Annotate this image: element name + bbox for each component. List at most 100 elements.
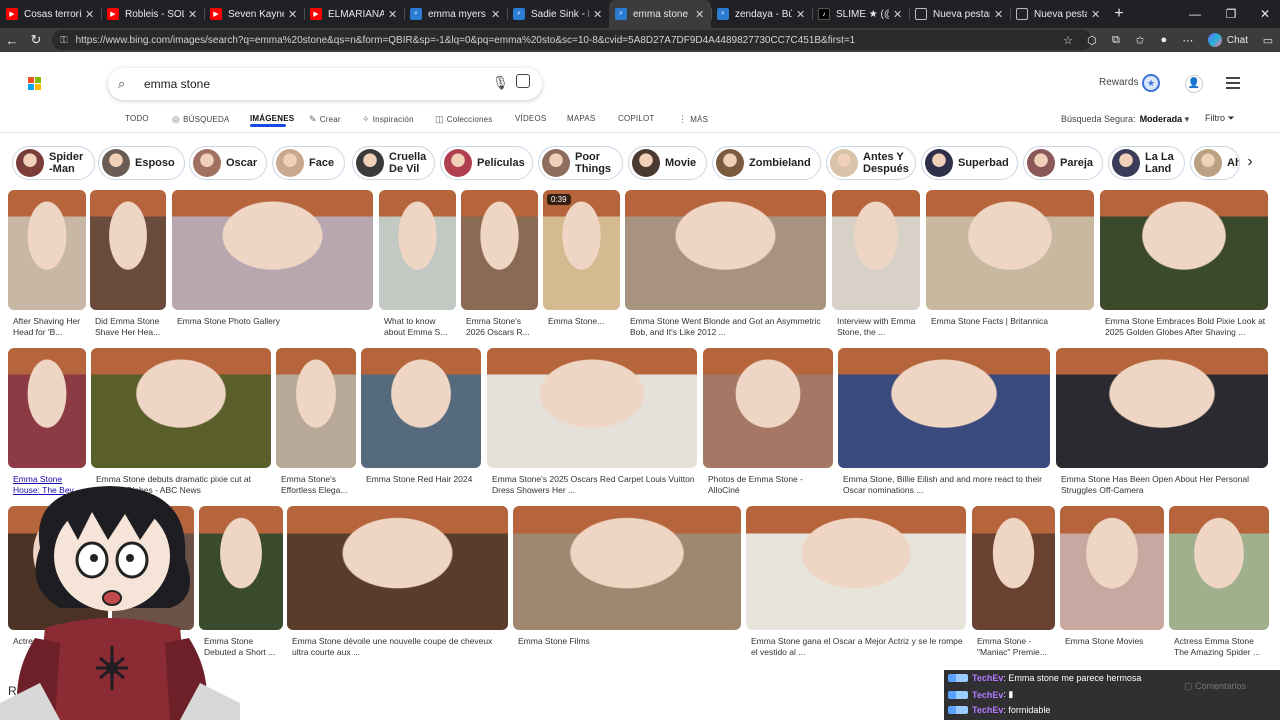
image-result-caption[interactable]: Emma Stone's 2025 Oscars Red Carpet Loui… xyxy=(492,474,696,498)
related-search-chip[interactable]: La La Land xyxy=(1108,146,1185,180)
image-result-thumbnail[interactable]: 0:39 xyxy=(543,190,620,310)
related-search-chip[interactable]: Oscar xyxy=(189,146,267,180)
search-icon[interactable]: ⌕ xyxy=(118,76,125,92)
close-tab-icon[interactable]: ✕ xyxy=(593,8,603,21)
image-result-thumbnail[interactable] xyxy=(379,190,456,310)
search-box[interactable]: ⌕ 🎙 xyxy=(108,68,542,100)
copilot-chat-button[interactable]: Chat xyxy=(1200,33,1256,47)
image-result-thumbnail[interactable] xyxy=(703,348,833,468)
browser-tab[interactable]: ▶ Seven Kayne, Rob ✕ xyxy=(204,0,304,28)
close-tab-icon[interactable]: ✕ xyxy=(1091,8,1101,21)
scope-tab[interactable]: ✧ Inspiración xyxy=(362,114,414,125)
image-result-caption[interactable]: Did Emma Stone Shave Her Hea... xyxy=(95,316,165,340)
new-tab-plus-icon[interactable]: + xyxy=(1107,5,1131,23)
image-result-caption[interactable]: After Shaving Her Head for 'B... xyxy=(13,316,85,340)
close-window-icon[interactable]: ✕ xyxy=(1248,0,1280,28)
close-tab-icon[interactable]: ✕ xyxy=(893,8,903,21)
image-result-caption[interactable]: Emma Stone's Effortless Elega... xyxy=(281,474,355,498)
close-tab-icon[interactable]: ✕ xyxy=(388,8,398,21)
microsoft-logo-icon[interactable] xyxy=(28,77,41,90)
chevron-right-icon[interactable]: › xyxy=(1240,152,1260,172)
scope-tab[interactable]: COPILOT xyxy=(618,114,655,123)
image-result-thumbnail[interactable] xyxy=(1060,506,1164,630)
scope-tab[interactable]: ◎ BÚSQUEDA xyxy=(172,114,230,125)
profile-avatar-icon[interactable]: ● xyxy=(1152,28,1176,52)
related-search-chip[interactable]: Ah xyxy=(1190,146,1240,180)
image-result-thumbnail[interactable] xyxy=(746,506,966,630)
microphone-icon[interactable]: 🎙 xyxy=(492,75,509,91)
image-result-thumbnail[interactable] xyxy=(8,348,86,468)
image-result-caption[interactable]: Interview with Emma Stone, the ... xyxy=(837,316,919,340)
image-result-thumbnail[interactable] xyxy=(832,190,920,310)
close-tab-icon[interactable]: ✕ xyxy=(796,8,806,21)
sign-in-avatar-icon[interactable]: 👤 xyxy=(1185,75,1203,93)
scope-tab[interactable]: IMÁGENES xyxy=(250,114,294,123)
browser-tab[interactable]: Nueva pestaña ✕ xyxy=(1010,0,1107,28)
related-search-chip[interactable]: Cruella De Vil xyxy=(352,146,435,180)
image-result-caption[interactable]: Emma Stone, Billie Eilish and and more r… xyxy=(843,474,1049,498)
rewards-label[interactable]: Rewards xyxy=(1099,77,1138,88)
related-search-chip[interactable]: Películas xyxy=(440,146,533,180)
related-search-chip[interactable]: Poor Things xyxy=(538,146,623,180)
scope-tab[interactable]: ◫ Colecciones xyxy=(435,114,493,125)
address-bar[interactable]: ⚿ https://www.bing.com/images/search?q=e… xyxy=(52,30,1092,50)
image-result-thumbnail[interactable] xyxy=(1056,348,1268,468)
rewards-medal-icon[interactable]: ★ xyxy=(1142,74,1160,92)
more-options-icon[interactable]: ⋯ xyxy=(1176,28,1200,52)
related-search-chip[interactable]: Superbad xyxy=(921,146,1018,180)
image-result-caption[interactable]: Emma Stone Movies xyxy=(1065,636,1163,660)
restore-icon[interactable]: ❐ xyxy=(1214,0,1248,28)
image-result-thumbnail[interactable] xyxy=(361,348,481,468)
related-search-chip[interactable]: Esposo xyxy=(98,146,185,180)
scope-tab[interactable]: MAPAS xyxy=(567,114,595,123)
browser-tab[interactable]: ⌕ emma myers - Bú ✕ xyxy=(404,0,507,28)
image-result-thumbnail[interactable] xyxy=(625,190,826,310)
image-result-thumbnail[interactable] xyxy=(513,506,741,630)
close-tab-icon[interactable]: ✕ xyxy=(491,8,501,21)
related-search-chip[interactable]: Antes Y Después xyxy=(826,146,916,180)
reload-icon[interactable]: ↻ xyxy=(24,28,48,52)
filter-button[interactable]: Filtro ⏷ xyxy=(1205,113,1235,124)
image-result-thumbnail[interactable] xyxy=(287,506,508,630)
close-tab-icon[interactable]: ✕ xyxy=(994,8,1004,21)
image-result-thumbnail[interactable] xyxy=(91,348,271,468)
scope-tab[interactable]: ✎ Crear xyxy=(309,114,341,125)
related-search-chip[interactable]: Spider -Man xyxy=(12,146,95,180)
close-tab-icon[interactable]: ✕ xyxy=(188,8,198,21)
related-search-chip[interactable]: Face xyxy=(272,146,345,180)
image-result-caption[interactable]: Emma Stone Films xyxy=(518,636,740,660)
image-result-caption[interactable]: Emma Stone Facts | Britannica xyxy=(931,316,1093,340)
minimize-icon[interactable]: — xyxy=(1178,0,1212,28)
image-result-thumbnail[interactable] xyxy=(8,190,86,310)
safe-search-selector[interactable]: Búsqueda Segura: Moderada ▾ xyxy=(1061,114,1189,125)
browser-tab[interactable]: ♪ SLIME ★ (@kakra ✕ xyxy=(812,0,909,28)
related-search-chip[interactable]: Pareja xyxy=(1023,146,1103,180)
image-result-caption[interactable]: Emma Stone Red Hair 2024 xyxy=(366,474,480,498)
related-search-chip[interactable]: Movie xyxy=(628,146,707,180)
favorite-star-icon[interactable]: ☆ xyxy=(1056,28,1080,52)
browser-tab[interactable]: ▶ Robleis - SOLO (O ✕ xyxy=(101,0,204,28)
image-result-caption[interactable]: Emma Stone - "Maniac" Premie... xyxy=(977,636,1054,660)
comments-button[interactable]: ▢ Comentarios xyxy=(1184,681,1246,692)
browser-tab[interactable]: Nueva pestaña ✕ xyxy=(909,0,1010,28)
related-search-chip[interactable]: Zombieland xyxy=(712,146,821,180)
image-result-thumbnail[interactable] xyxy=(1100,190,1268,310)
image-result-thumbnail[interactable] xyxy=(487,348,697,468)
back-icon[interactable]: ← xyxy=(0,28,24,52)
image-result-thumbnail[interactable] xyxy=(461,190,538,310)
browser-tab[interactable]: ⌕ Sadie Sink - Búsq ✕ xyxy=(507,0,609,28)
browser-tab[interactable]: ⌕ emma stone - Bú ✕ xyxy=(609,0,711,28)
image-result-caption[interactable]: Emma Stone dévoile une nouvelle coupe de… xyxy=(292,636,507,660)
image-result-caption[interactable]: Emma Stone's 2026 Oscars R... xyxy=(466,316,537,340)
menu-icon[interactable] xyxy=(1226,77,1240,89)
close-tab-icon[interactable]: ✕ xyxy=(695,8,705,21)
image-result-caption[interactable]: Emma Stone Went Blonde and Got an Asymme… xyxy=(630,316,825,340)
browser-tab[interactable]: ▶ Cosas terroríficas ✕ xyxy=(0,0,101,28)
image-result-caption[interactable]: Emma Stone gana el Oscar a Mejor Actriz … xyxy=(751,636,965,660)
image-result-caption[interactable]: Actress Emma Stone The Amazing Spider ..… xyxy=(1174,636,1268,660)
scope-tab[interactable]: VÍDEOS xyxy=(515,114,546,123)
image-result-caption[interactable]: Emma Stone Has Been Open About Her Perso… xyxy=(1061,474,1267,498)
sidebar-toggle-icon[interactable]: ▭ xyxy=(1256,28,1280,52)
image-result-thumbnail[interactable] xyxy=(838,348,1050,468)
extension-icon[interactable]: ⬡ xyxy=(1080,28,1104,52)
